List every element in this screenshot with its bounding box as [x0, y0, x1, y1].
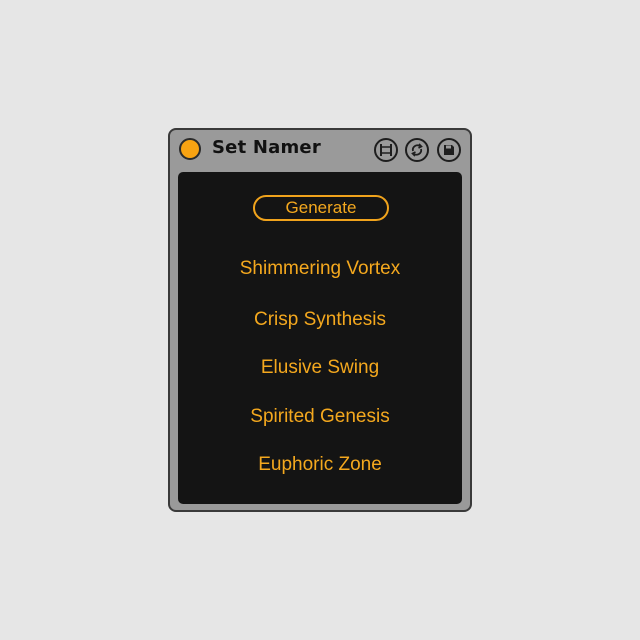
name-list: Shimmering Vortex Crisp Synthesis Elusiv… [178, 172, 462, 504]
list-item: Euphoric Zone [258, 454, 382, 475]
hot-swap-button[interactable] [405, 138, 429, 162]
list-item: Crisp Synthesis [254, 309, 386, 330]
save-button[interactable] [437, 138, 461, 162]
hot-swap-icon [411, 143, 423, 157]
list-item: Spirited Genesis [250, 406, 390, 427]
fold-icon [380, 144, 392, 156]
list-item: Elusive Swing [260, 357, 380, 378]
device-titlebar: Set Namer [170, 130, 470, 168]
device-power-toggle[interactable] [179, 138, 201, 160]
save-icon [444, 145, 454, 155]
set-namer-device: Set Namer Generate Shimmering Vortex Cri… [168, 128, 472, 512]
device-title: Set Namer [212, 137, 321, 158]
list-item: Shimmering Vortex [239, 258, 401, 279]
device-panel: Generate Shimmering Vortex Crisp Synthes… [178, 172, 462, 504]
fold-button[interactable] [374, 138, 398, 162]
